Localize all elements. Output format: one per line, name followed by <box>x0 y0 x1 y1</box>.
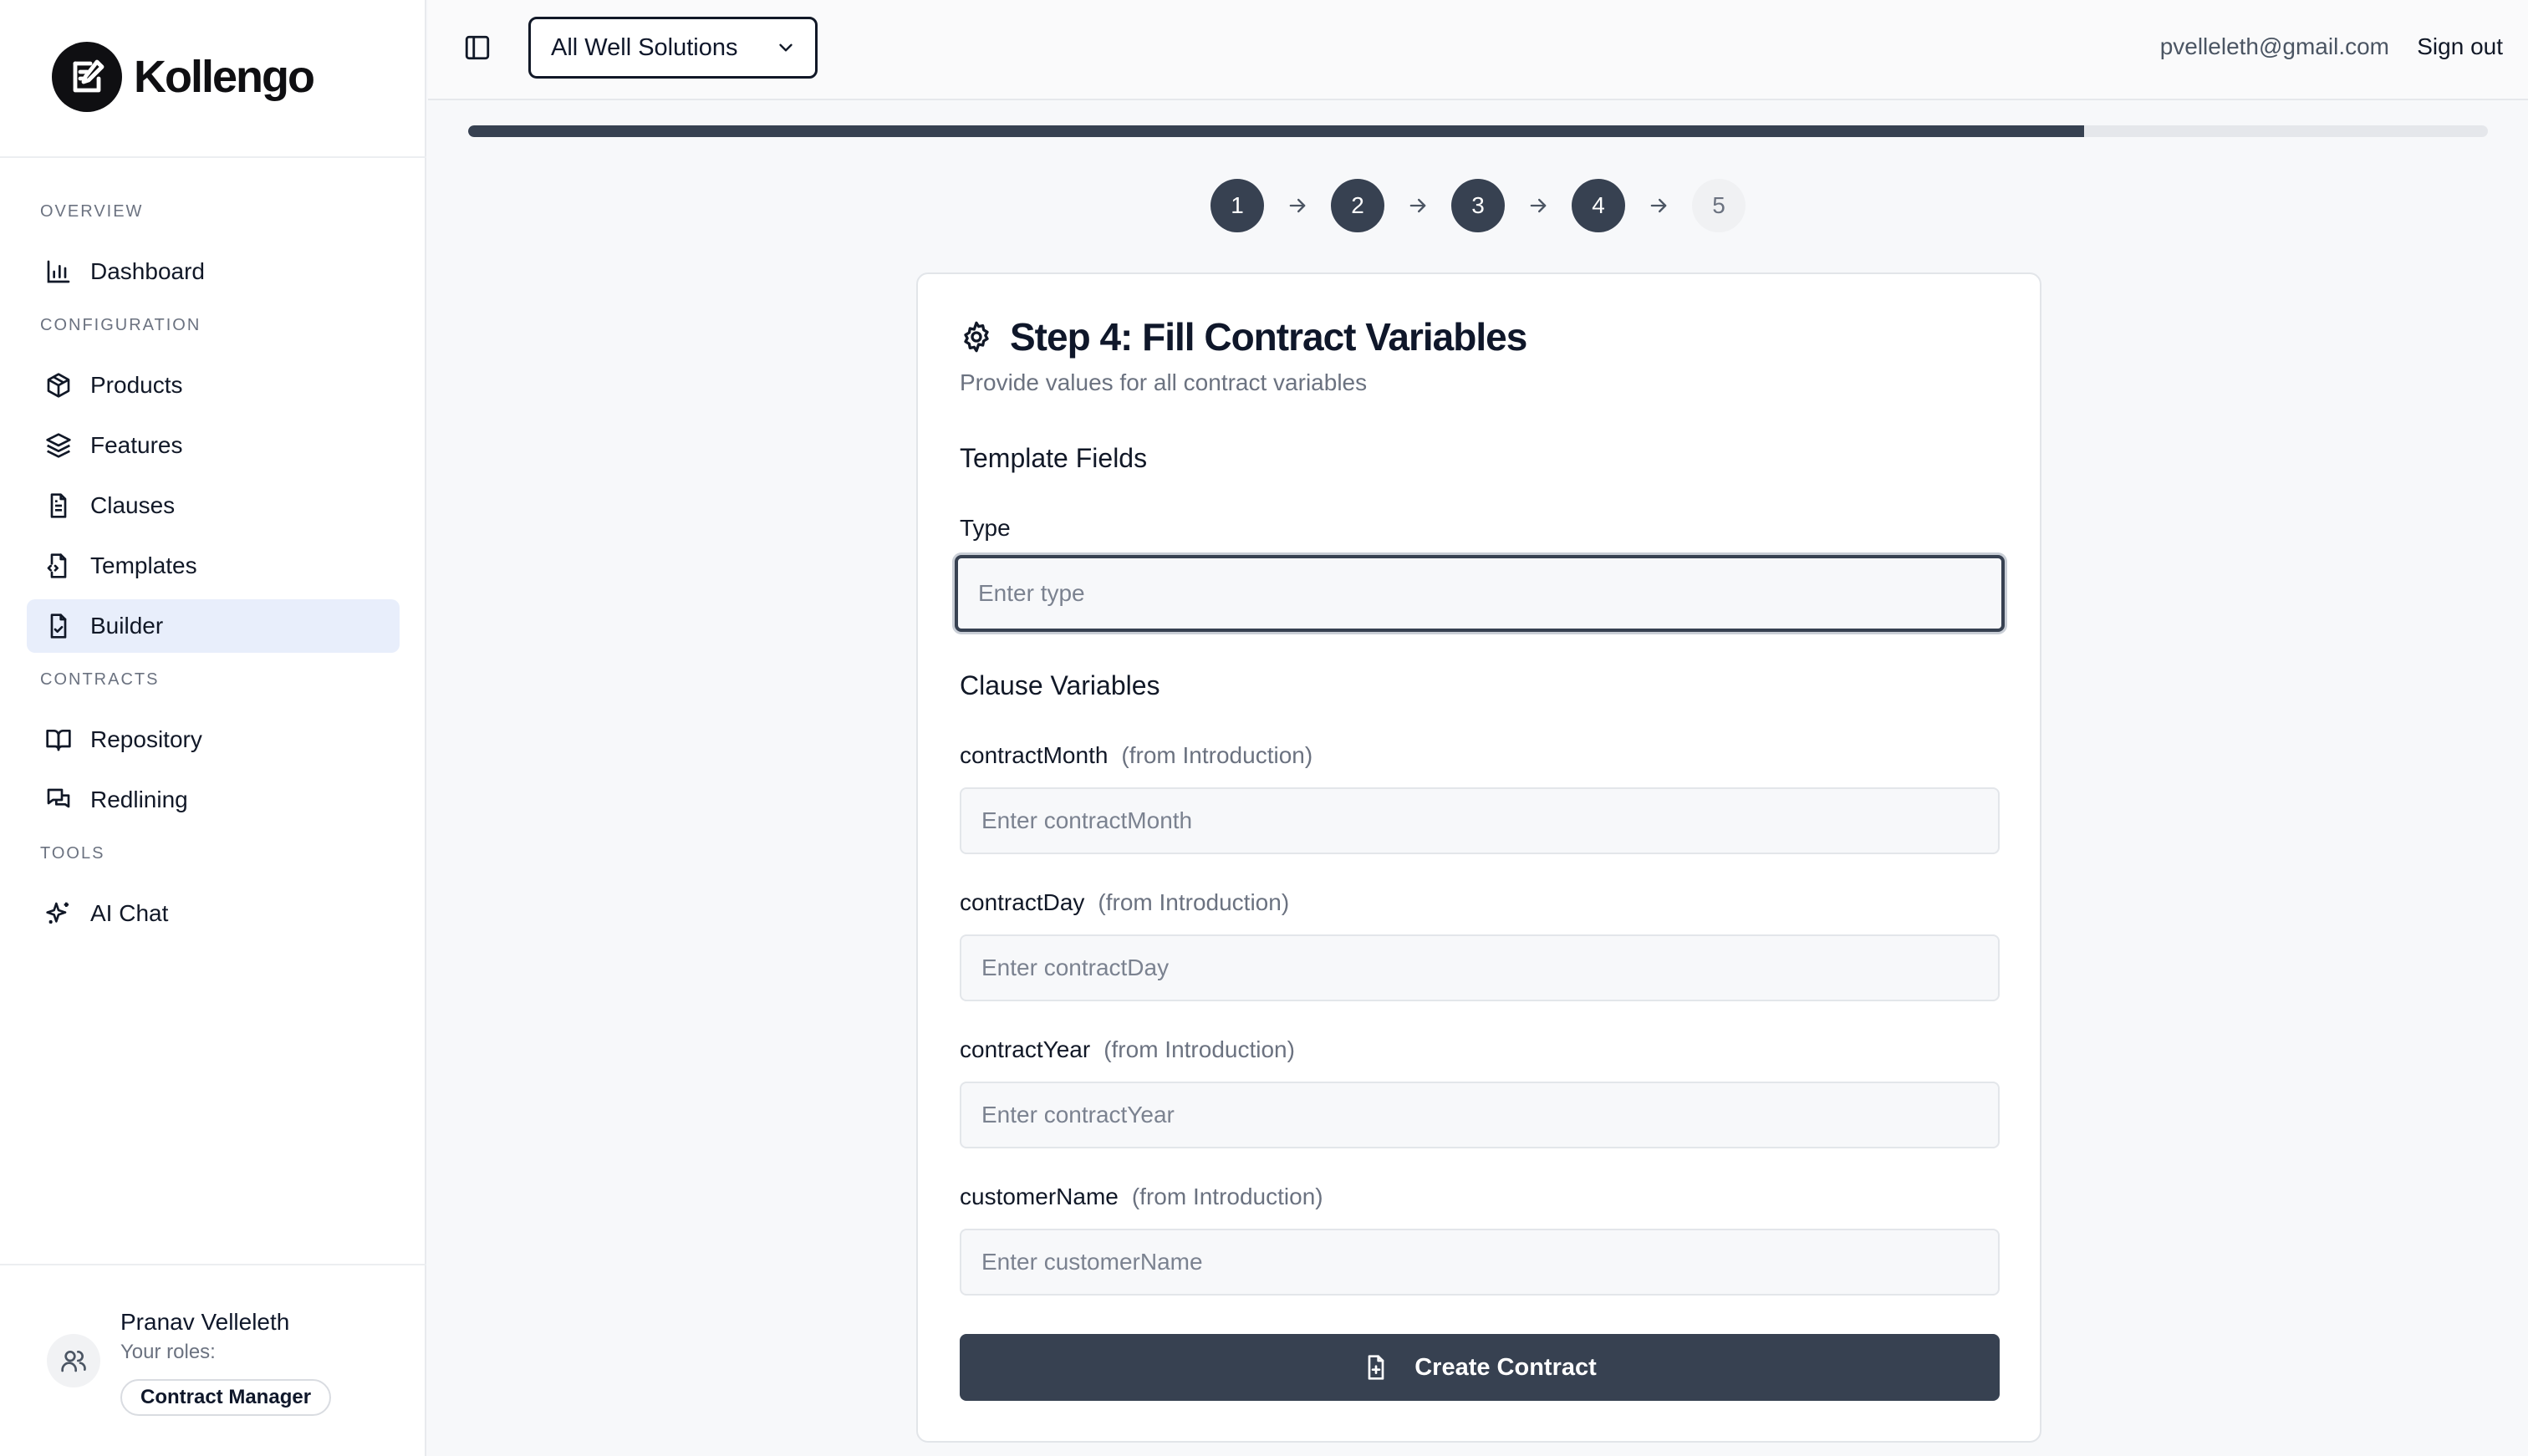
sidebar-toggle-icon[interactable] <box>463 33 492 62</box>
top-bar: All Well Solutions pvelleleth@gmail.com … <box>428 0 2528 100</box>
clause-variables-heading: Clause Variables <box>960 670 1160 700</box>
sidebar: Kollengo OVERVIEW Dashboard CONFIGURATIO… <box>0 0 426 1456</box>
package-icon <box>47 373 70 398</box>
contract-month-input[interactable] <box>960 787 2000 854</box>
file-check-icon <box>50 613 67 639</box>
sparkles-icon <box>46 902 69 924</box>
variable-name: contractMonth <box>960 742 1109 768</box>
card-title: Step 4: Fill Contract Variables <box>1010 315 1527 359</box>
messages-icon <box>47 788 70 808</box>
card-header: Step 4: Fill Contract Variables <box>960 314 1527 359</box>
type-label: Type <box>960 515 1011 541</box>
sign-out-button[interactable]: Sign out <box>2417 33 2503 60</box>
bar-chart-icon <box>47 260 70 283</box>
variable-source: (from Introduction) <box>1098 889 1290 915</box>
sidebar-item-label: Products <box>90 372 183 398</box>
logo-pen-icon <box>52 42 122 112</box>
variable-label-contract-month: contractMonth (from Introduction) <box>960 742 1312 769</box>
book-open-icon <box>46 730 71 751</box>
template-fields-heading: Template Fields <box>960 443 1148 473</box>
progress-bar <box>468 125 2488 137</box>
avatar[interactable] <box>47 1334 100 1387</box>
variable-name: customerName <box>960 1184 1119 1209</box>
contract-year-input[interactable] <box>960 1082 2000 1148</box>
divider <box>0 156 426 158</box>
workspace-select[interactable]: All Well Solutions <box>528 17 818 79</box>
progress-bar-fill <box>468 125 2084 137</box>
chevron-down-icon <box>779 43 793 52</box>
arrow-right-icon <box>1264 194 1331 217</box>
variable-name: contractYear <box>960 1036 1091 1062</box>
users-icon <box>61 1351 86 1372</box>
stepper: 1 2 3 4 5 <box>1210 179 1746 232</box>
contract-day-input[interactable] <box>960 934 2000 1001</box>
step-3: 3 <box>1451 179 1505 232</box>
divider <box>0 1264 426 1265</box>
layers-icon <box>46 433 71 458</box>
sidebar-item-label: Dashboard <box>90 258 205 284</box>
variable-label-contract-day: contractDay (from Introduction) <box>960 889 1289 916</box>
role-badge: Contract Manager <box>120 1379 332 1416</box>
sidebar-item-label: Repository <box>90 726 202 752</box>
type-input[interactable] <box>955 555 2005 632</box>
file-text-icon <box>50 493 67 518</box>
section-label-overview: OVERVIEW <box>40 202 144 221</box>
variable-name: contractDay <box>960 889 1085 915</box>
sidebar-item-label: Features <box>90 432 183 458</box>
workspace-select-value: All Well Solutions <box>551 33 738 61</box>
variable-source: (from Introduction) <box>1121 742 1313 768</box>
arrow-right-icon <box>1505 194 1572 217</box>
section-label-configuration: CONFIGURATION <box>40 316 201 334</box>
arrow-right-icon <box>1384 194 1451 217</box>
sidebar-item-templates[interactable]: Templates <box>27 539 400 593</box>
sidebar-item-label: AI Chat <box>90 900 169 926</box>
app-logo[interactable]: Kollengo <box>52 42 315 112</box>
variable-label-customer-name: customerName (from Introduction) <box>960 1184 1323 1210</box>
variable-label-contract-year: contractYear (from Introduction) <box>960 1036 1295 1063</box>
sidebar-item-builder[interactable]: Builder <box>27 599 400 653</box>
section-label-contracts: CONTRACTS <box>40 670 160 689</box>
sidebar-item-dashboard[interactable]: Dashboard <box>27 245 400 298</box>
file-code-icon <box>47 553 67 578</box>
sidebar-item-label: Clauses <box>90 492 176 518</box>
contract-variables-card: Step 4: Fill Contract Variables Provide … <box>916 272 2041 1443</box>
sidebar-item-redlining[interactable]: Redlining <box>27 773 400 827</box>
step-1: 1 <box>1210 179 1264 232</box>
card-subtitle: Provide values for all contract variable… <box>960 369 1368 395</box>
sidebar-item-ai-chat[interactable]: AI Chat <box>27 887 400 940</box>
file-plus-icon <box>1368 1355 1384 1380</box>
sidebar-item-products[interactable]: Products <box>27 359 400 412</box>
user-name: Pranav Velleleth <box>120 1309 290 1335</box>
sidebar-item-label: Redlining <box>90 787 188 812</box>
sidebar-item-features[interactable]: Features <box>27 419 400 472</box>
customer-name-input[interactable] <box>960 1229 2000 1296</box>
step-5: 5 <box>1692 179 1746 232</box>
variable-source: (from Introduction) <box>1103 1036 1295 1062</box>
user-email: pvelleleth@gmail.com <box>2159 33 2389 59</box>
create-contract-label: Create Contract <box>1414 1353 1597 1381</box>
sidebar-item-label: Templates <box>90 552 197 578</box>
section-label-tools: TOOLS <box>40 844 105 863</box>
sidebar-item-repository[interactable]: Repository <box>27 713 400 766</box>
sidebar-item-label: Builder <box>90 613 164 639</box>
gear-icon <box>964 321 989 353</box>
arrow-right-icon <box>1625 194 1692 217</box>
user-roles-label: Your roles: <box>120 1341 216 1363</box>
sidebar-item-clauses[interactable]: Clauses <box>27 479 400 532</box>
step-2: 2 <box>1331 179 1384 232</box>
app-name: Kollengo <box>134 52 315 102</box>
variable-source: (from Introduction) <box>1131 1184 1323 1209</box>
step-4: 4 <box>1572 179 1625 232</box>
create-contract-button[interactable]: Create Contract <box>960 1334 2000 1401</box>
